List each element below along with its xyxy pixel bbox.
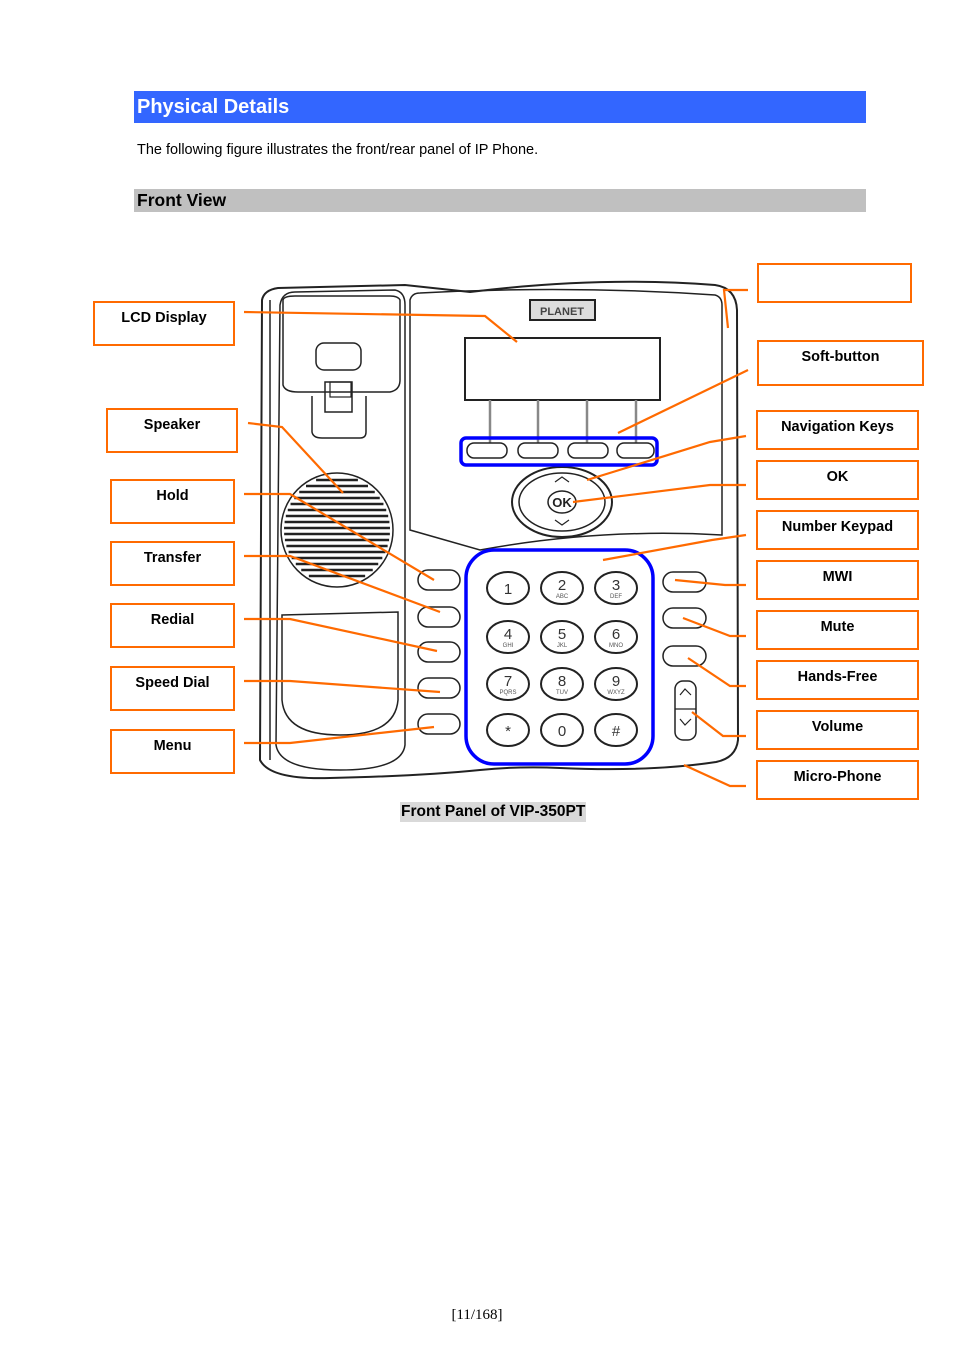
label-navigation-keys: Navigation Keys <box>756 410 919 450</box>
hook-area <box>282 295 401 393</box>
speed-dial-key <box>417 677 461 699</box>
hook-switch <box>315 342 362 371</box>
callout-line-keypad <box>602 533 747 562</box>
label-transfer: Transfer <box>110 541 235 586</box>
transfer-key <box>417 606 461 628</box>
callout-line-soft-button <box>617 369 749 434</box>
label-hands-free: Hands-Free <box>756 660 919 700</box>
keypad-key: 1 <box>486 571 530 605</box>
keypad-digit: 0 <box>558 723 566 740</box>
keypad-letters: GHI <box>503 643 514 649</box>
brand-logo-text: PLANET <box>540 306 584 318</box>
keypad-key: 3DEF <box>594 571 638 605</box>
keypad-letters: JKL <box>557 643 568 649</box>
keypad-key: 6MNO <box>594 620 638 654</box>
label-blank <box>757 263 912 303</box>
keypad-digit: 4 <box>504 626 512 643</box>
hands-free-key <box>662 645 707 667</box>
number-keypad: 1 2ABC 3DEF 4GHI 5JKL 6MNO 7PQRS 8TUV 9WXYZ * 0 # <box>486 571 638 747</box>
redial-key <box>417 641 461 663</box>
keypad-digit: 1 <box>504 581 512 598</box>
label-lcd-display: LCD Display <box>93 301 235 346</box>
keypad-letters: ABC <box>556 594 569 600</box>
label-mwi: MWI <box>756 560 919 600</box>
callout-line-mute <box>682 616 746 638</box>
label-number-keypad: Number Keypad <box>756 510 919 550</box>
keypad-digit: # <box>612 723 621 740</box>
keypad-key: 9WXYZ <box>594 667 638 701</box>
keypad-letters: DEF <box>610 594 622 600</box>
soft-button-2 <box>517 442 559 459</box>
keypad-key: 2ABC <box>540 571 584 605</box>
soft-button-1 <box>466 442 508 459</box>
keypad-digit: 5 <box>558 626 566 643</box>
phone-body-outline <box>258 280 740 780</box>
label-micro-phone: Micro-Phone <box>756 760 919 800</box>
keypad-digit: * <box>505 723 511 740</box>
keypad-letters: PQRS <box>499 690 516 696</box>
label-redial: Redial <box>110 603 235 648</box>
label-menu: Menu <box>110 729 235 774</box>
label-volume: Volume <box>756 710 919 750</box>
label-speaker: Speaker <box>106 408 238 453</box>
soft-button-4 <box>616 442 655 459</box>
page-number: [11/168] <box>451 1307 503 1323</box>
callout-line-microphone <box>683 763 746 788</box>
keypad-key: 5JKL <box>540 620 584 654</box>
keypad-key: # <box>594 713 638 747</box>
keypad-digit: 8 <box>558 673 566 690</box>
keypad-letters: WXYZ <box>607 690 625 696</box>
soft-button-3 <box>567 442 609 459</box>
label-hold: Hold <box>110 479 235 524</box>
keypad-digit: 6 <box>612 626 620 643</box>
menu-key <box>417 713 461 735</box>
callout-lines <box>243 288 749 788</box>
label-ok: OK <box>756 460 919 500</box>
keypad-digit: 9 <box>612 673 620 690</box>
keypad-letters: TUV <box>556 690 568 696</box>
face-panel <box>409 288 723 551</box>
callout-line-speed-dial <box>244 679 441 694</box>
handset-outline <box>275 289 406 771</box>
keypad-digit: 2 <box>558 577 566 594</box>
keypad-letters: MNO <box>609 643 623 649</box>
keypad-key: 4GHI <box>486 620 530 654</box>
keypad-digit: 7 <box>504 673 512 690</box>
figure-caption: Front Panel of VIP-350PT <box>400 802 587 822</box>
ok-key-label: OK <box>552 495 572 510</box>
keypad-key: 0 <box>540 713 584 747</box>
keypad-key: * <box>486 713 530 747</box>
label-soft-button: Soft-button <box>757 340 924 386</box>
keypad-key: 8TUV <box>540 667 584 701</box>
keypad-digit: 3 <box>612 577 620 594</box>
label-speed-dial: Speed Dial <box>110 666 235 711</box>
label-mute: Mute <box>756 610 919 650</box>
lcd-screen <box>464 337 661 401</box>
keypad-key: 7PQRS <box>486 667 530 701</box>
callout-line-redial <box>244 617 438 653</box>
callout-line-mwi <box>674 578 746 587</box>
